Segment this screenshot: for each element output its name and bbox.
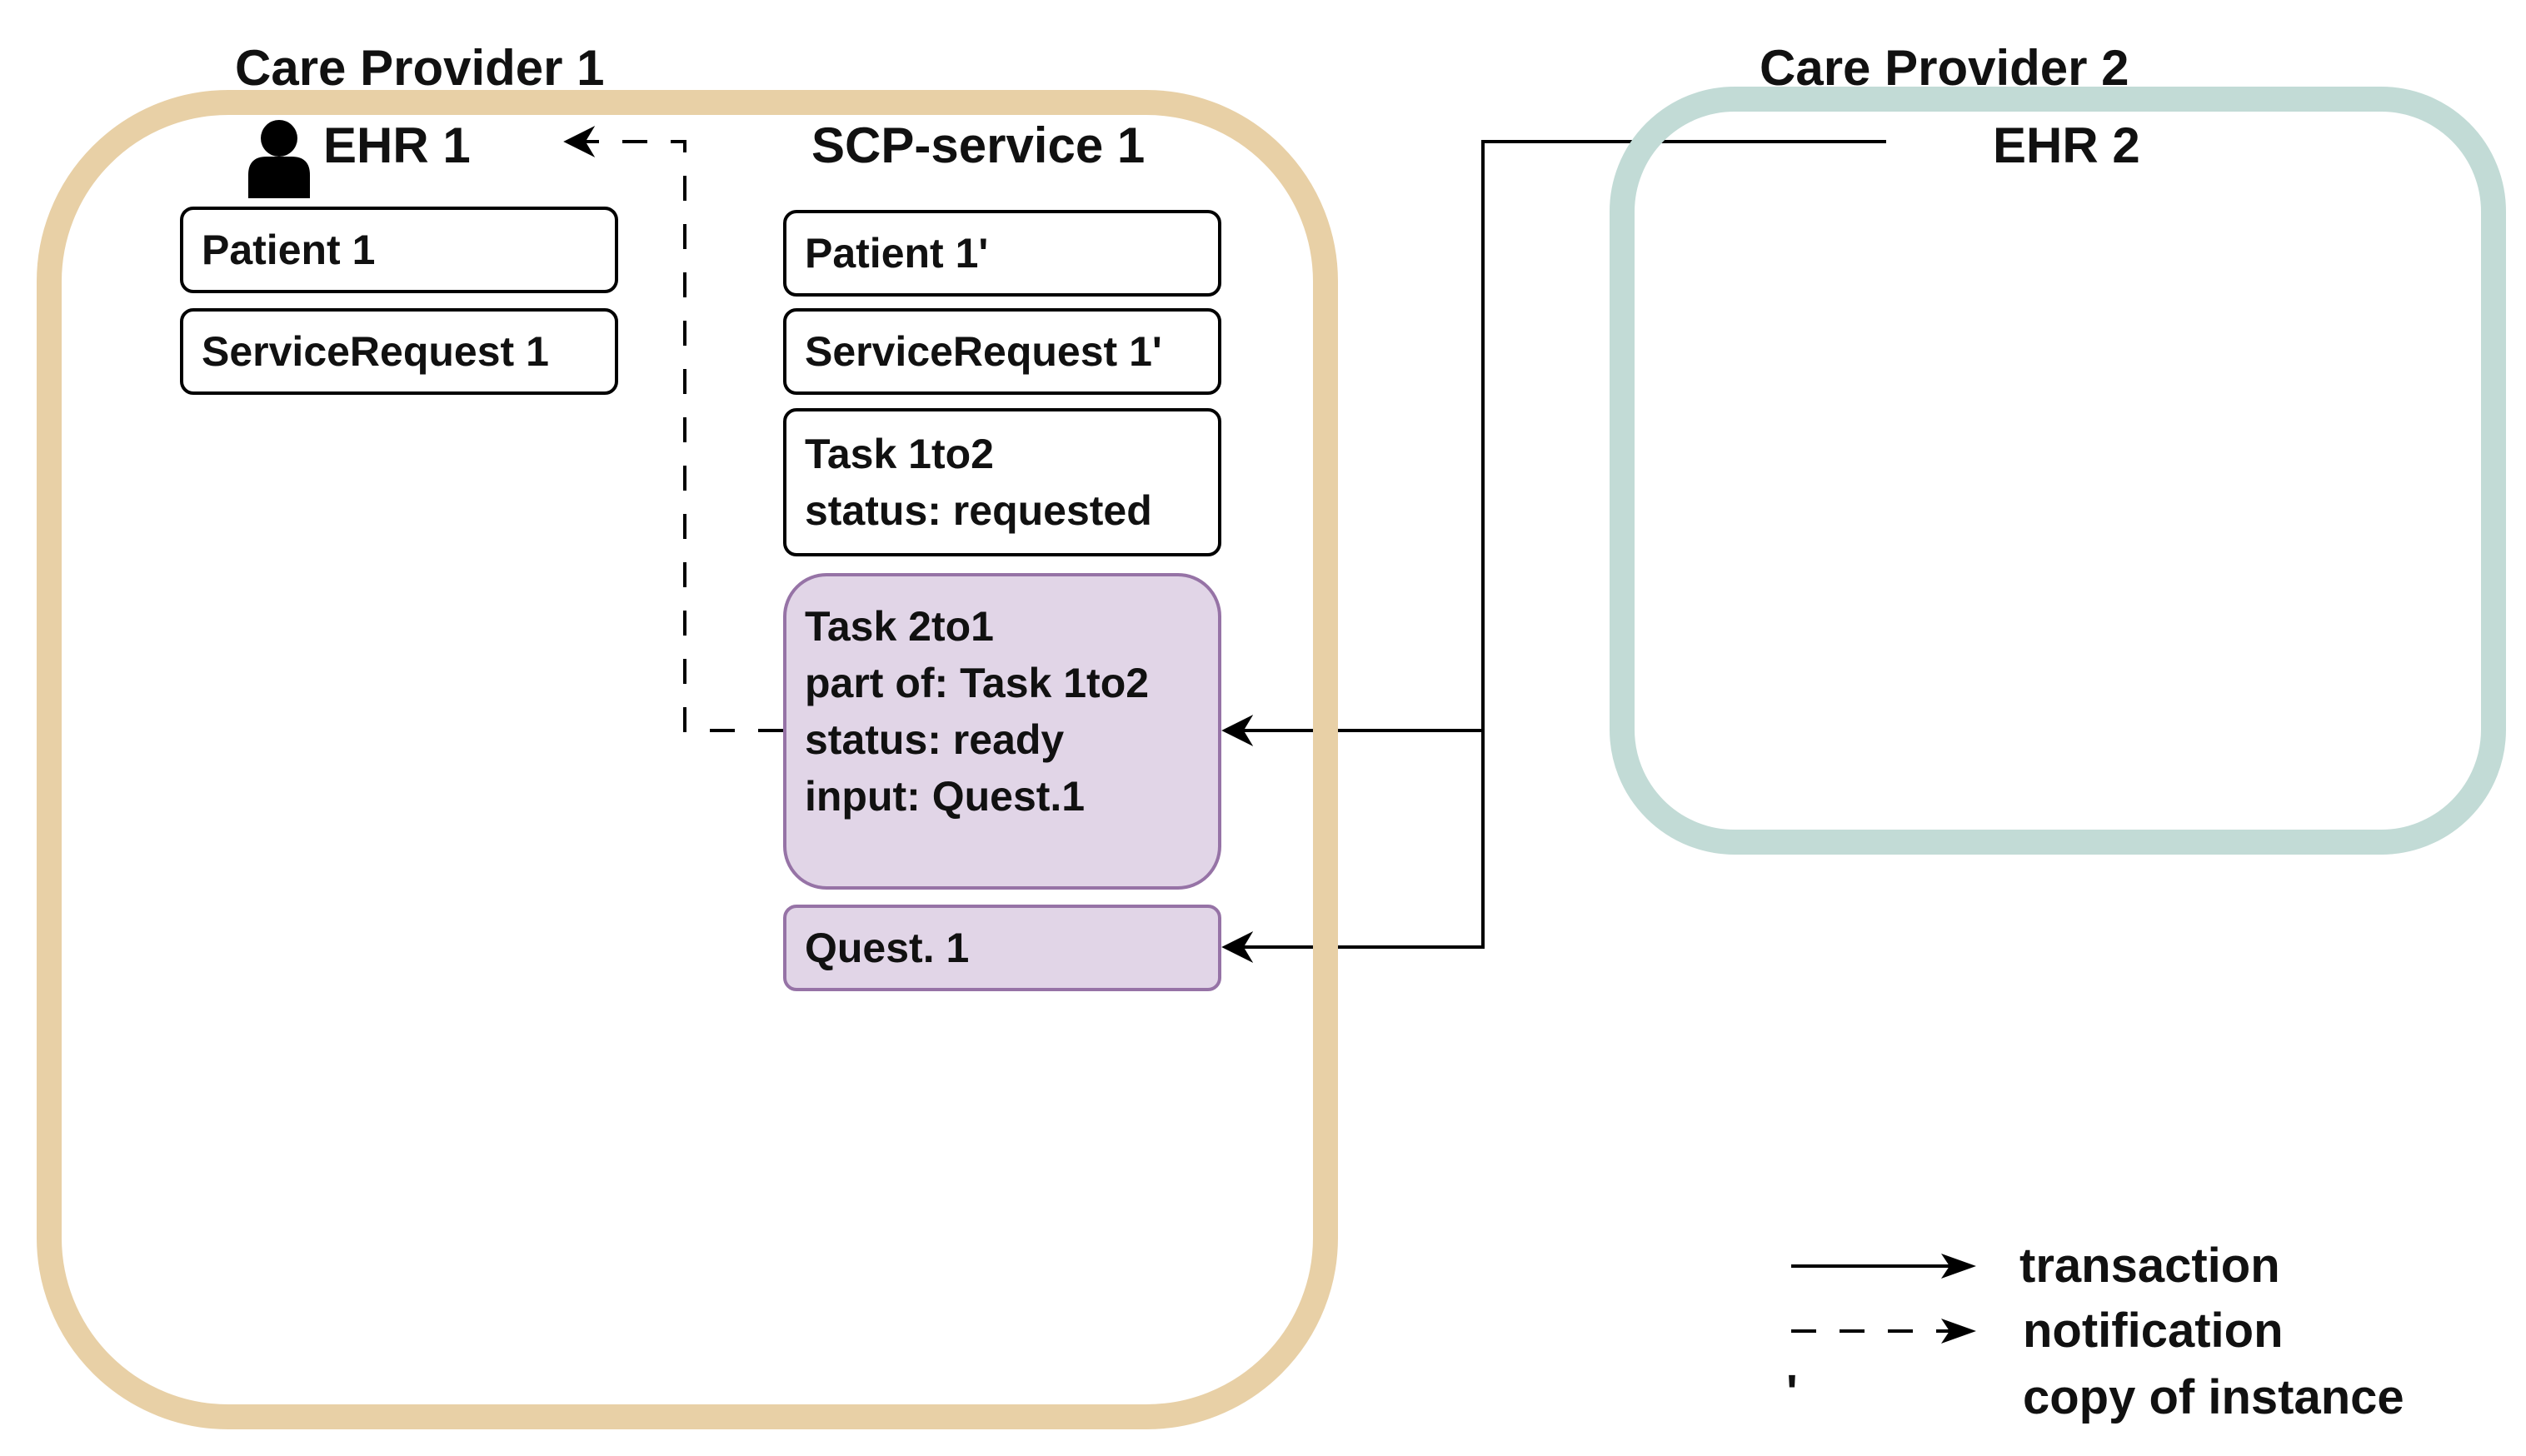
resource-task-1to2: Task 1to2 status: requested xyxy=(783,408,1221,556)
ehr-1-title: EHR 1 xyxy=(323,117,471,173)
care-provider-2-frame xyxy=(1610,87,2506,855)
scp-service-1-title: SCP-service 1 xyxy=(811,117,1146,173)
resource-text: status: requested xyxy=(805,487,1152,534)
user-icon xyxy=(245,118,313,198)
resource-text: Quest. 1 xyxy=(805,925,970,971)
legend-copy-label: copy of instance xyxy=(2023,1370,2404,1424)
care-provider-1-title: Care Provider 1 xyxy=(235,40,605,96)
legend-transaction-line xyxy=(1791,1254,1976,1279)
resource-text: part of: Task 1to2 xyxy=(805,660,1150,706)
resource-text: Patient 1' xyxy=(805,230,989,277)
resource-patient-1-copy: Patient 1' xyxy=(783,210,1221,297)
resource-text: Task 1to2 xyxy=(805,431,994,477)
resource-servicerequest-1-copy: ServiceRequest 1' xyxy=(783,308,1221,395)
resource-patient-1: Patient 1 xyxy=(180,207,618,293)
resource-task-2to1: Task 2to1 part of: Task 1to2 status: rea… xyxy=(783,573,1221,890)
resource-text: Patient 1 xyxy=(202,227,376,273)
resource-text: status: ready xyxy=(805,716,1065,763)
resource-text: input: Quest.1 xyxy=(805,773,1086,820)
resource-text: ServiceRequest 1' xyxy=(805,328,1162,375)
ehr-2-title: EHR 2 xyxy=(1993,117,2140,173)
resource-questionnaire-1: Quest. 1 xyxy=(783,905,1221,991)
legend-notification-line xyxy=(1791,1319,1976,1344)
legend-notification-label: notification xyxy=(2023,1304,2284,1358)
resource-servicerequest-1: ServiceRequest 1 xyxy=(180,308,618,395)
resource-text: ServiceRequest 1 xyxy=(202,328,549,375)
care-provider-2-title: Care Provider 2 xyxy=(1760,40,2129,96)
legend-transaction-label: transaction xyxy=(2019,1239,2280,1293)
legend-copy-symbol: ' xyxy=(1786,1365,1798,1419)
resource-text: Task 2to1 xyxy=(805,603,994,650)
